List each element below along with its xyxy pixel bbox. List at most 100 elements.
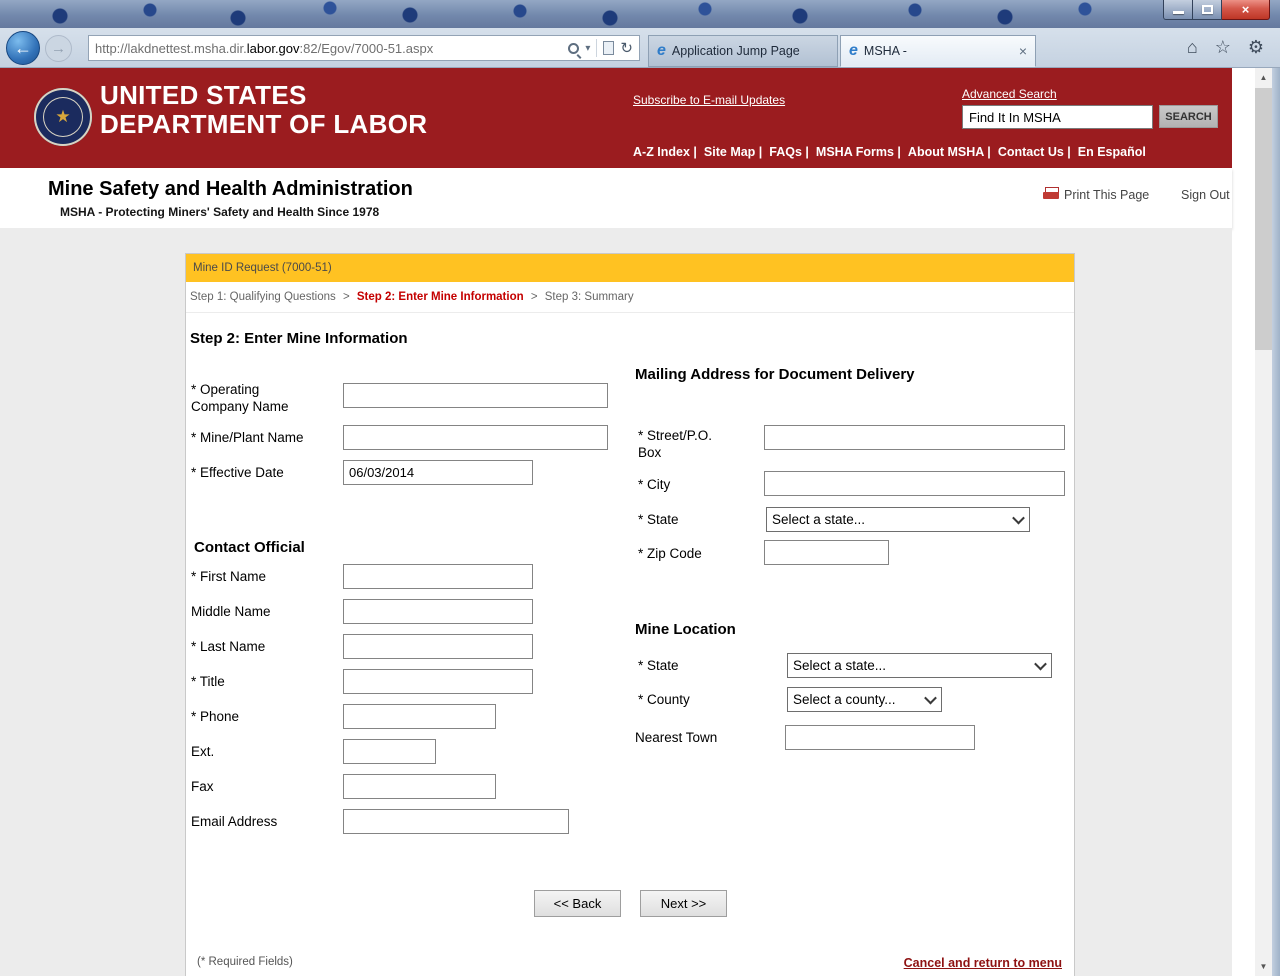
effective-date-input[interactable]	[343, 460, 533, 485]
sign-out-link[interactable]: Sign Out	[1181, 188, 1230, 202]
address-bar[interactable]: http://lakdnettest.msha.dir.labor.gov:82…	[88, 35, 640, 61]
last-name-input[interactable]	[343, 634, 533, 659]
breadcrumb-separator: >	[343, 291, 350, 303]
print-icon[interactable]	[1043, 187, 1059, 201]
breadcrumb-step2-active: Step 2: Enter Mine Information	[357, 291, 524, 303]
vertical-scrollbar[interactable]: ▲ ▼	[1255, 68, 1272, 976]
nav-az-index[interactable]: A-Z Index |	[633, 145, 697, 159]
city-input[interactable]	[764, 471, 1065, 496]
search-icon[interactable]	[568, 43, 579, 54]
back-arrow-icon: ←	[14, 38, 32, 59]
mine-plant-name-label: * Mine/Plant Name	[191, 429, 336, 446]
street-po-box-label: * Street/P.O. Box	[638, 427, 738, 461]
contact-official-heading: Contact Official	[194, 539, 305, 556]
window-controls: ×	[1163, 0, 1270, 20]
dol-seal: ★	[34, 88, 92, 146]
mailing-state-value: Select a state...	[772, 512, 865, 527]
nav-contact-us[interactable]: Contact Us |	[998, 145, 1071, 159]
cancel-return-link[interactable]: Cancel and return to menu	[904, 956, 1062, 970]
last-name-label: * Last Name	[191, 638, 336, 655]
close-window-button[interactable]: ×	[1222, 0, 1270, 20]
dol-header: ★ UNITED STATES DEPARTMENT OF LABOR Subs…	[0, 68, 1232, 168]
step-heading: Step 2: Enter Mine Information	[190, 330, 408, 347]
ie-icon: e	[657, 42, 666, 60]
county-select[interactable]: Select a county...	[787, 687, 942, 712]
phone-input[interactable]	[343, 704, 496, 729]
ie-icon: e	[849, 42, 858, 60]
title-label: * Title	[191, 673, 336, 690]
refresh-icon[interactable]: ↻	[620, 39, 633, 57]
nav-en-espanol[interactable]: En Español	[1078, 145, 1146, 159]
first-name-label: * First Name	[191, 568, 336, 585]
tab-close-icon[interactable]: ×	[1019, 43, 1027, 59]
page-content: Mine ID Request (7000-51) Step 1: Qualif…	[0, 228, 1232, 976]
middle-name-input[interactable]	[343, 599, 533, 624]
tab-msha[interactable]: e MSHA - ×	[840, 35, 1036, 67]
county-value: Select a county...	[793, 692, 896, 707]
ext-input[interactable]	[343, 739, 436, 764]
msha-subheader: Mine Safety and Health Administration MS…	[0, 168, 1232, 228]
nav-faqs[interactable]: FAQs |	[769, 145, 809, 159]
tab-application-jump-page[interactable]: e Application Jump Page	[648, 35, 838, 67]
zip-code-input[interactable]	[764, 540, 889, 565]
advanced-search-link[interactable]: Advanced Search	[962, 87, 1057, 101]
title-input[interactable]	[343, 669, 533, 694]
browser-toolbar: ← → http://lakdnettest.msha.dir.labor.go…	[0, 28, 1280, 68]
phone-label: * Phone	[191, 708, 336, 725]
forward-arrow-icon: →	[51, 40, 66, 57]
scroll-up-button[interactable]: ▲	[1255, 68, 1272, 87]
nav-site-map[interactable]: Site Map |	[704, 145, 762, 159]
ext-label: Ext.	[191, 743, 336, 760]
settings-gear-icon[interactable]: ⚙	[1248, 37, 1264, 58]
minimize-icon	[1173, 11, 1184, 14]
fax-input[interactable]	[343, 774, 496, 799]
msha-title: Mine Safety and Health Administration	[48, 178, 413, 201]
msha-search-input[interactable]	[962, 105, 1153, 129]
agency-line2: DEPARTMENT OF LABOR	[100, 110, 427, 139]
breadcrumb: Step 1: Qualifying Questions > Step 2: E…	[190, 291, 634, 303]
nav-msha-forms[interactable]: MSHA Forms |	[816, 145, 901, 159]
location-state-select[interactable]: Select a state...	[787, 653, 1052, 678]
panel-title: Mine ID Request (7000-51)	[193, 262, 332, 274]
mailing-address-heading: Mailing Address for Document Delivery	[635, 366, 915, 383]
street-po-box-input[interactable]	[764, 425, 1065, 450]
form-panel: Mine ID Request (7000-51) Step 1: Qualif…	[185, 253, 1075, 976]
location-state-label: * State	[638, 657, 748, 674]
operating-company-input[interactable]	[343, 383, 608, 408]
nearest-town-input[interactable]	[785, 725, 975, 750]
back-button[interactable]: << Back	[534, 890, 621, 917]
browser-forward-button[interactable]: →	[45, 35, 72, 62]
favorites-icon[interactable]: ☆	[1215, 37, 1231, 58]
maximize-button[interactable]	[1193, 0, 1222, 20]
search-button[interactable]: SEARCH	[1159, 105, 1218, 128]
agency-line1: UNITED STATES	[100, 81, 427, 110]
scroll-down-button[interactable]: ▼	[1255, 957, 1272, 976]
breadcrumb-step3: Step 3: Summary	[545, 291, 634, 303]
email-address-input[interactable]	[343, 809, 569, 834]
print-this-page-link[interactable]: Print This Page	[1064, 188, 1149, 202]
mailing-state-select[interactable]: Select a state...	[766, 507, 1030, 532]
search-dropdown-caret-icon[interactable]: ▾	[585, 43, 590, 54]
browser-back-button[interactable]: ←	[6, 31, 40, 65]
header-nav: A-Z Index | Site Map | FAQs | MSHA Forms…	[633, 145, 1146, 159]
scrollbar-thumb[interactable]	[1255, 88, 1272, 350]
compatibility-view-icon[interactable]	[603, 41, 614, 55]
first-name-input[interactable]	[343, 564, 533, 589]
breadcrumb-separator: >	[531, 291, 538, 303]
tab-label: Application Jump Page	[672, 44, 800, 58]
subscribe-link[interactable]: Subscribe to E-mail Updates	[633, 93, 785, 107]
home-icon[interactable]: ⌂	[1187, 37, 1198, 58]
nav-about-msha[interactable]: About MSHA |	[908, 145, 991, 159]
next-button[interactable]: Next >>	[640, 890, 727, 917]
breadcrumb-step1[interactable]: Step 1: Qualifying Questions	[190, 291, 336, 303]
middle-name-label: Middle Name	[191, 603, 336, 620]
agency-name: UNITED STATES DEPARTMENT OF LABOR	[100, 81, 427, 139]
minimize-button[interactable]	[1163, 0, 1193, 20]
mailing-state-label: * State	[638, 511, 738, 528]
email-address-label: Email Address	[191, 813, 336, 830]
breadcrumb-divider	[186, 312, 1074, 313]
operating-company-label: * Operating Company Name	[191, 381, 309, 415]
zip-code-label: * Zip Code	[638, 545, 738, 562]
mine-plant-name-input[interactable]	[343, 425, 608, 450]
tab-label: MSHA -	[864, 44, 907, 58]
